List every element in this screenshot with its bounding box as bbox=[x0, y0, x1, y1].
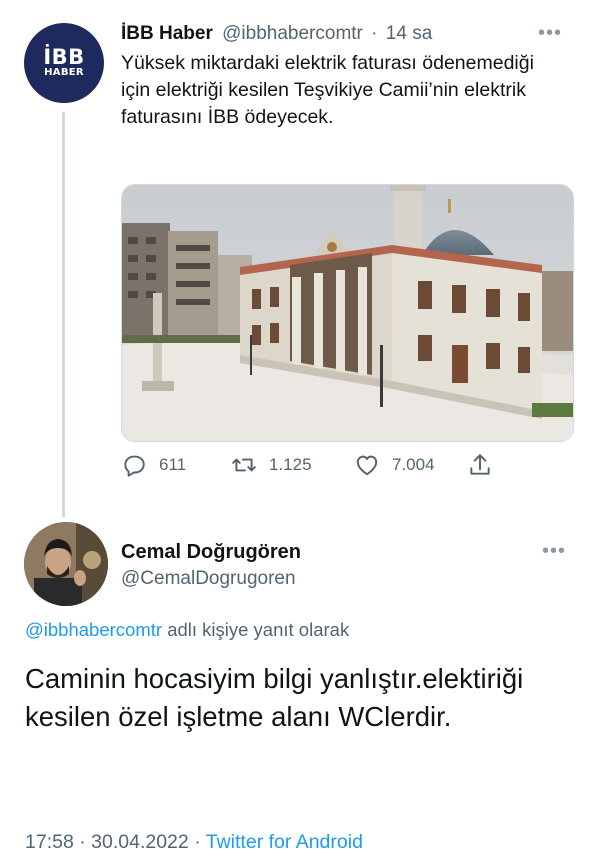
share-button[interactable] bbox=[467, 452, 505, 478]
reply-button[interactable]: 611 bbox=[121, 452, 186, 478]
reply-count: 611 bbox=[159, 455, 187, 474]
retweet-button[interactable]: 1.125 bbox=[231, 452, 312, 478]
mosque-photo bbox=[122, 185, 573, 441]
retweet-icon bbox=[232, 458, 256, 472]
reply-icon bbox=[124, 455, 145, 477]
tweet-header: İBB Haber @ibbhabercomtr · 14 sa bbox=[121, 22, 432, 46]
thread-connector-line bbox=[62, 112, 65, 517]
tweet-display-name[interactable]: İBB Haber bbox=[121, 23, 213, 44]
tweet-handle[interactable]: @ibbhabercomtr bbox=[222, 23, 363, 44]
ibb-haber-avatar[interactable]: İBB HABER bbox=[24, 23, 104, 103]
reply-metadata: 17:58 · 30.04.2022 · Twitter for Android bbox=[25, 829, 363, 855]
retweet-count: 1.125 bbox=[269, 455, 312, 474]
tweet-text: Yüksek miktardaki elektrik faturası öden… bbox=[121, 52, 534, 128]
tweet-media-image[interactable] bbox=[121, 184, 574, 442]
more-icon[interactable]: ••• bbox=[538, 23, 562, 43]
reply-handle[interactable]: @CemalDogrugoren bbox=[121, 567, 296, 591]
like-count: 7.004 bbox=[392, 455, 435, 474]
replying-to-mention-link[interactable]: @ibbhabercomtr bbox=[25, 619, 162, 640]
avatar-text-line2: HABER bbox=[44, 67, 84, 78]
like-button[interactable]: 7.004 bbox=[354, 452, 435, 478]
reply-text: Caminin hocasiyim bilgi yanlıştır.elekti… bbox=[25, 663, 524, 732]
share-icon bbox=[470, 454, 490, 475]
reply-display-name[interactable]: Cemal Doğrugören bbox=[121, 540, 301, 564]
tweet-action-bar: 611 1.125 7.004 bbox=[121, 452, 541, 486]
meta-separator-1: · bbox=[79, 831, 86, 853]
avatar-text-line1: İBB bbox=[43, 45, 85, 69]
tweet-timestamp[interactable]: 14 sa bbox=[386, 23, 432, 44]
meta-separator-2: · bbox=[194, 831, 201, 853]
replying-to-suffix: adlı kişiye yanıt olarak bbox=[167, 619, 350, 640]
heart-icon bbox=[356, 455, 378, 476]
tweet-separator: · bbox=[371, 23, 378, 44]
reply-time[interactable]: 17:58 bbox=[25, 831, 74, 853]
profile-photo bbox=[24, 522, 108, 606]
reply-source-link[interactable]: Twitter for Android bbox=[206, 831, 363, 853]
more-icon[interactable]: ••• bbox=[542, 541, 566, 561]
cemal-avatar[interactable] bbox=[24, 522, 108, 606]
replying-to-line: @ibbhabercomtr adlı kişiye yanıt olarak bbox=[25, 618, 349, 642]
reply-date[interactable]: 30.04.2022 bbox=[91, 831, 189, 853]
